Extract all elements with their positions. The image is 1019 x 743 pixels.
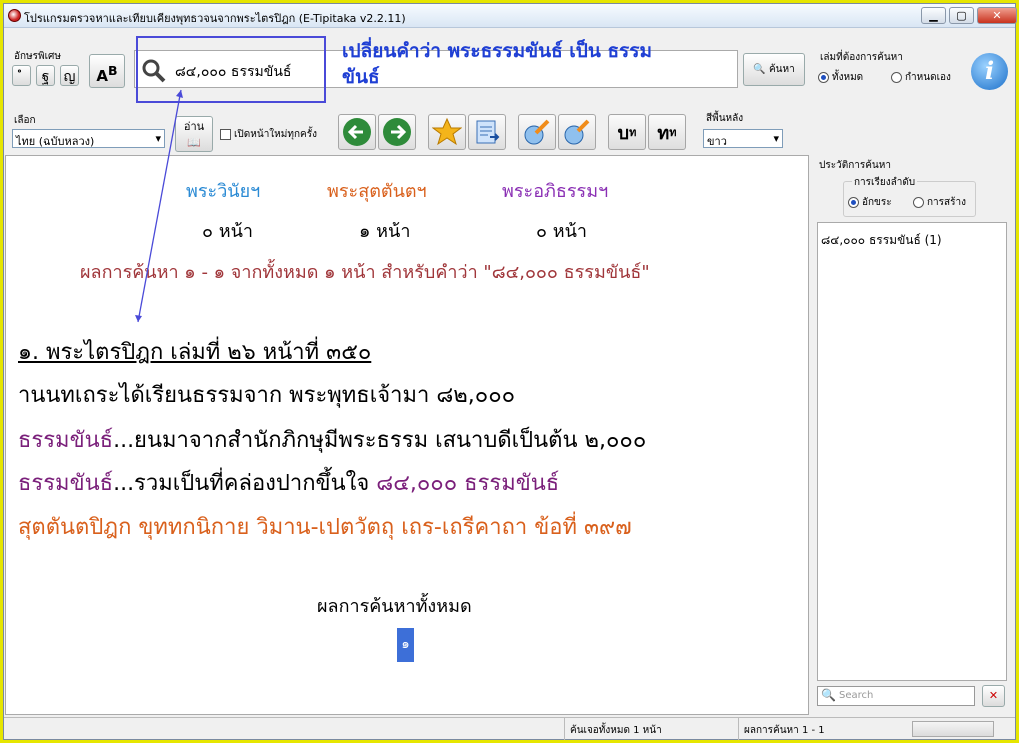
results-panel: พระวินัยฯ พระสุตตันตฯ พระอภิธรรมฯ ๐ หน้า… (5, 155, 809, 715)
cat-vinaya-pages: ๐ หน้า (202, 221, 253, 242)
cat-vinaya[interactable]: พระวินัยฯ (186, 176, 260, 205)
scope-custom-text: กำหนดเอง (905, 72, 951, 83)
match-term: ธรรมขันธ์ (18, 428, 114, 453)
read-button-label: อ่าน (183, 120, 205, 133)
app-icon (8, 9, 21, 22)
compare-icon (524, 119, 550, 145)
radio-icon (913, 196, 924, 208)
cat-abhidhamma-pages: ๐ หน้า (536, 221, 587, 242)
minimize-button[interactable]: ▁ (921, 7, 946, 24)
scope-all-radio[interactable]: ทั้งหมด (818, 70, 863, 85)
result-line-3-text: ...รวมเป็นที่คล่องปากขึ้นใจ (113, 471, 377, 496)
search-button-label: ค้นหา (768, 64, 795, 75)
forward-button[interactable] (378, 114, 416, 150)
history-list: ๘๔,๐๐๐ ธรรมขันธ์ (1) (817, 222, 1007, 681)
maximize-button[interactable]: ▢ (949, 7, 974, 24)
sort-label: การเรียงลำดับ (852, 175, 918, 190)
document-export-icon (476, 120, 500, 144)
result-line-2: ธรรมขันธ์...ยนมาจากสำนักภิกษุมีพระธรรม เ… (18, 422, 646, 457)
page-button-1[interactable]: ๑ (397, 628, 414, 662)
special-key-2[interactable]: ฐ (36, 65, 55, 86)
result-line-2-text: ...ยนมาจากสำนักภิกษุมีพระธรรม เสนาบดีเป็… (113, 428, 647, 453)
radio-selected-icon (848, 196, 859, 208)
scope-custom-radio[interactable]: กำหนดเอง (891, 70, 951, 85)
read-button[interactable]: อ่าน 📖 (175, 116, 213, 152)
status-range: ผลการค้นหา 1 - 1 (744, 725, 825, 736)
sort-alpha-text: อักขระ (862, 197, 892, 208)
compare-button-2[interactable] (558, 114, 596, 150)
cat-sutta[interactable]: พระสุตตันตฯ (327, 176, 427, 205)
language-select[interactable]: ไทย (ฉบับหลวง) (12, 129, 165, 148)
result-line-3: ธรรมขันธ์...รวมเป็นที่คล่องปากขึ้นใจ ๘๔,… (18, 465, 559, 500)
annotation-text: เปลี่ยนคำว่า พระธรรมขันธ์ เป็น ธรรมขันธ์ (342, 40, 652, 88)
export-button[interactable] (468, 114, 506, 150)
checkbox-icon (220, 128, 231, 140)
result-source: สุตตันตปิฎก ขุททกนิกาย วิมาน-เปตวัตถุ เถ… (18, 515, 632, 540)
cat-abhidhamma[interactable]: พระอภิธรรมฯ (502, 176, 608, 205)
letter-b-icon: บ (617, 122, 630, 144)
sort-created-text: การสร้าง (927, 197, 967, 208)
magnifier-icon: 🔍 (753, 64, 766, 75)
star-icon (432, 117, 462, 146)
compare-back-icon (564, 119, 590, 145)
info-icon[interactable]: i (971, 53, 1008, 90)
status-bar: ค้นเจอทั้งหมด 1 หน้า ผลการค้นหา 1 - 1 (4, 717, 1015, 740)
window-title: โปรแกรมตรวจหาและเทียบเคียงพุทธวจนจากพระไ… (24, 12, 406, 25)
radio-icon (891, 71, 902, 83)
letter-t-subscript-2: ท (669, 126, 677, 139)
search-button[interactable]: 🔍 ค้นหา (743, 53, 805, 86)
history-search-placeholder: Search (839, 690, 874, 701)
font-settings-icon[interactable]: AB (89, 54, 125, 88)
bg-color-label: สีพื้นหลัง (706, 113, 744, 124)
book-icon: 📖 (187, 136, 201, 149)
result-heading[interactable]: ๑. พระไตรปิฎก เล่มที่ ๒๖ หน้าที่ ๓๕๐ (18, 334, 371, 369)
letter-t-icon: ท (657, 122, 670, 144)
match-term: ธรรมขันธ์ (18, 471, 114, 496)
app-window: โปรแกรมตรวจหาและเทียบเคียงพุทธวจนจากพระไ… (3, 3, 1017, 740)
scope-all-text: ทั้งหมด (832, 72, 864, 83)
favorite-button[interactable] (428, 114, 466, 150)
progress-bar (912, 721, 994, 737)
all-results-label: ผลการค้นหาทั้งหมด (317, 596, 472, 617)
history-search-input[interactable]: 🔍 Search (817, 686, 975, 706)
match-term: ๘๔,๐๐๐ ธรรมขันธ์ (376, 471, 560, 496)
arrow-right-icon (383, 118, 411, 146)
sort-alpha-radio[interactable]: อักขระ (848, 195, 892, 210)
result-line-1: านนทเถระได้เรียนธรรมจาก พระพุทธเจ้ามา ๘๒… (18, 383, 516, 408)
compare-button-1[interactable] (518, 114, 556, 150)
cat-sutta-pages: ๑ หน้า (359, 221, 411, 242)
sidebar: ประวัติการค้นหา การเรียงลำดับ อักขระ การ… (816, 155, 1012, 715)
status-found: ค้นเจอทั้งหมด 1 หน้า (570, 725, 662, 736)
new-page-text: เปิดหน้าใหม่ทุกครั้ง (234, 129, 317, 140)
choose-label: เลือก (14, 115, 36, 126)
title-bar: โปรแกรมตรวจหาและเทียบเคียงพุทธวจนจากพระไ… (4, 4, 1017, 28)
sort-created-radio[interactable]: การสร้าง (913, 195, 966, 210)
scope-label: เล่มที่ต้องการค้นหา (820, 52, 903, 63)
bg-color-select[interactable]: ขาว (703, 129, 783, 148)
special-key-1[interactable]: ํ (12, 65, 31, 86)
clear-history-icon[interactable]: ✕ (982, 685, 1005, 707)
arrow-left-icon (343, 118, 371, 146)
radio-selected-icon (818, 71, 829, 83)
btn-b[interactable]: บท (608, 114, 646, 150)
highlight-box (136, 36, 326, 103)
new-page-checkbox[interactable]: เปิดหน้าใหม่ทุกครั้ง (220, 127, 317, 142)
results-summary: ผลการค้นหา ๑ - ๑ จากทั้งหมด ๑ หน้า สำหรั… (80, 262, 650, 283)
special-chars-label: อักษรพิเศษ (14, 51, 61, 62)
letter-t-subscript: ท (629, 126, 637, 139)
special-key-3[interactable]: ญ (60, 65, 79, 86)
history-item[interactable]: ๘๔,๐๐๐ ธรรมขันธ์ (1) (821, 231, 942, 250)
close-button[interactable]: ✕ (977, 7, 1017, 24)
history-label: ประวัติการค้นหา (819, 160, 891, 171)
back-button[interactable] (338, 114, 376, 150)
search-icon: 🔍 (821, 688, 836, 702)
btn-t[interactable]: ทท (648, 114, 686, 150)
